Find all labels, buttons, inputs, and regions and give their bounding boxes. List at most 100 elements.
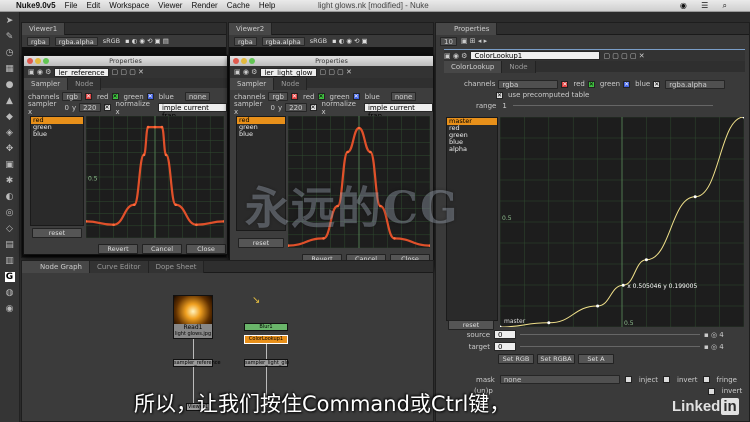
none-select[interactable]: none — [390, 92, 417, 101]
fringe-check-icon[interactable] — [702, 376, 710, 383]
mode-select[interactable]: imple current fran — [157, 103, 227, 120]
sampler-light-glow-node[interactable]: sampler_light_glo — [244, 359, 289, 367]
menu-edit[interactable]: Edit — [86, 1, 100, 10]
blur-node[interactable]: Blur1 — [244, 323, 288, 331]
zoom-icon[interactable] — [43, 58, 49, 64]
pointer-icon[interactable]: ➤ — [4, 16, 16, 26]
other-icon[interactable]: ▥ — [4, 256, 16, 266]
tab-curve-editor[interactable]: Curve Editor — [89, 260, 149, 273]
normalize-check-icon[interactable]: ✕ — [309, 104, 317, 111]
furnace-icon[interactable]: ◍ — [4, 288, 16, 298]
red-check-icon[interactable]: ✕ — [85, 93, 93, 100]
3d-icon[interactable]: ▣ — [4, 160, 16, 170]
inject-check-icon[interactable] — [624, 376, 632, 383]
keyer-icon[interactable]: ◆ — [4, 112, 16, 122]
sampler-x[interactable]: 0 — [271, 104, 275, 112]
channel-icon[interactable]: ▦ — [4, 64, 16, 74]
viewer1-colorspace[interactable]: sRGB — [103, 37, 120, 45]
invert-check-icon[interactable] — [663, 376, 671, 383]
close-button[interactable]: Close — [186, 244, 226, 254]
red-check-icon[interactable]: ✕ — [561, 80, 569, 88]
minimize-icon[interactable] — [35, 58, 41, 64]
source-slider[interactable] — [520, 334, 700, 335]
color-icon[interactable]: ● — [4, 80, 16, 90]
toolsets-icon[interactable]: ▤ — [4, 240, 16, 250]
viewer2-alpha[interactable]: rgba.alpha — [261, 36, 305, 46]
tab-node[interactable]: Node — [68, 78, 102, 90]
green-check-icon[interactable]: ✕ — [587, 80, 595, 88]
tab-dope-sheet[interactable]: Dope Sheet — [148, 260, 205, 273]
node-name-field[interactable]: ler_reference — [54, 67, 109, 77]
viewer1-alpha[interactable]: rgba.alpha — [54, 36, 98, 46]
tab-properties[interactable]: Properties — [436, 22, 498, 35]
zoom-icon[interactable] — [249, 58, 255, 64]
colorlookup-node[interactable]: ColorLookup1 — [244, 335, 288, 344]
alpha-channel-select[interactable]: rgba.alpha — [665, 79, 726, 89]
merge-icon[interactable]: ◈ — [4, 128, 16, 138]
curve-item-alpha[interactable]: alpha — [447, 146, 497, 153]
node-name-field[interactable]: ler_light_glow — [260, 67, 317, 77]
close-icon[interactable] — [233, 58, 239, 64]
reset-button[interactable]: reset — [32, 228, 82, 238]
gizmo-icon[interactable]: G — [4, 272, 15, 282]
target-field[interactable]: 0 — [494, 342, 516, 351]
sampler-y[interactable]: 220 — [79, 103, 101, 112]
menu-viewer[interactable]: Viewer — [158, 1, 182, 10]
set-a-button[interactable]: Set A — [578, 354, 614, 364]
blue-check-icon[interactable]: ✕ — [623, 80, 631, 88]
reset-button[interactable]: reset — [238, 238, 284, 248]
tab-sampler[interactable]: Sampler — [24, 78, 69, 90]
transform-icon[interactable]: ✥ — [4, 144, 16, 154]
close-icon[interactable] — [27, 58, 33, 64]
mode-select[interactable]: imple current fran — [363, 103, 433, 120]
viewer2-channels[interactable]: rgba — [234, 36, 257, 46]
sampler-y[interactable]: 220 — [285, 103, 307, 112]
max-panels-field[interactable]: 10 — [440, 36, 457, 46]
tab-sampler[interactable]: Sampler — [230, 78, 275, 90]
minimize-icon[interactable] — [241, 58, 247, 64]
tab-node-graph[interactable]: Node Graph — [22, 260, 90, 273]
deep-icon[interactable]: ◐ — [4, 192, 16, 202]
metadata-icon[interactable]: ◇ — [4, 224, 16, 234]
tab-node[interactable]: Node — [502, 61, 536, 73]
menu-cache[interactable]: Cache — [227, 1, 250, 10]
menu-render[interactable]: Render — [191, 1, 217, 10]
window-titlebar[interactable]: Properties — [24, 56, 227, 66]
window-titlebar[interactable]: Properties — [230, 56, 433, 66]
tab-viewer1[interactable]: Viewer1 — [22, 22, 66, 35]
alpha-check-icon[interactable]: ✕ — [653, 80, 661, 88]
red-check-icon[interactable]: ✕ — [291, 93, 299, 100]
filter-icon[interactable]: ▲ — [4, 96, 16, 106]
menu-help[interactable]: Help — [259, 1, 275, 10]
tab-colorlookup[interactable]: ColorLookup — [444, 61, 503, 73]
range-slider[interactable] — [512, 105, 713, 106]
ocula-icon[interactable]: ◉ — [4, 304, 16, 314]
viewer1-channels[interactable]: rgba — [27, 36, 50, 46]
sampler-reference-node[interactable]: sampler_reference — [173, 359, 221, 367]
curve-item-blue[interactable]: blue — [237, 131, 285, 138]
viewer2-colorspace[interactable]: sRGB — [310, 37, 327, 45]
menu-file[interactable]: File — [65, 1, 78, 10]
mask-select[interactable]: none — [499, 375, 620, 384]
revert-button[interactable]: Revert — [98, 244, 138, 254]
colorlookup-curve-editor[interactable]: 0.5 0.5 master x 0.505046 y 0.199005 — [500, 117, 744, 327]
set-rgba-button[interactable]: Set RGBA — [537, 354, 575, 364]
tab-node[interactable]: Node — [274, 78, 308, 90]
source-field[interactable]: 0 — [494, 330, 516, 339]
target-slider[interactable] — [520, 346, 700, 347]
draw-icon[interactable]: ✎ — [4, 32, 16, 42]
cancel-button[interactable]: Cancel — [142, 244, 182, 254]
channels-select[interactable]: rgb — [268, 92, 289, 101]
sampler-graph[interactable]: 0.5 — [86, 116, 224, 238]
sampler-x[interactable]: 0 — [65, 104, 69, 112]
range-value[interactable]: 1 — [502, 102, 506, 110]
menu-workspace[interactable]: Workspace — [109, 1, 149, 10]
channels-select[interactable]: rgb — [62, 92, 83, 101]
tab-viewer2[interactable]: Viewer2 — [229, 22, 273, 35]
views-icon[interactable]: ◎ — [4, 208, 16, 218]
set-rgb-button[interactable]: Set RGB — [498, 354, 534, 364]
reset-button[interactable]: reset — [448, 320, 494, 330]
menu-app[interactable]: Nuke9.0v5 — [16, 1, 56, 10]
none-select[interactable]: none — [184, 92, 211, 101]
time-icon[interactable]: ◷ — [4, 48, 16, 58]
